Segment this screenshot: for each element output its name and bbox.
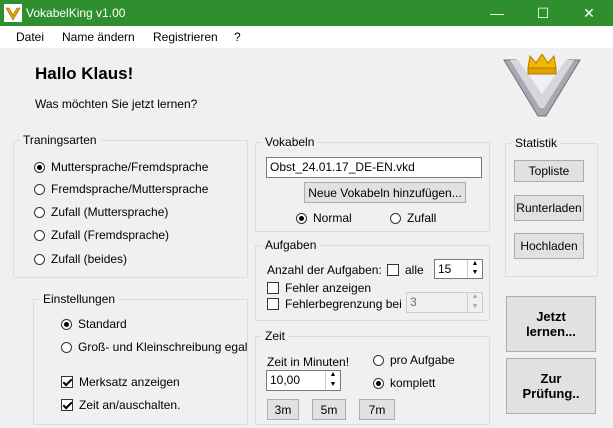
checkbox-label: Merksatz anzeigen [79,375,180,389]
radio-label: Zufall (beides) [51,252,128,266]
menu-bar: Datei Name ändern Registrieren ? [0,26,613,48]
menu-datei[interactable]: Datei [16,30,44,44]
radio-mode-zufall[interactable]: Zufall [390,211,436,225]
spin-up-icon[interactable]: ▲ [468,260,482,269]
checkbox-box[interactable] [61,376,73,388]
spin-down-icon: ▼ [471,302,479,310]
fehlerbegrenzung-stepper: 3 ▲ ▼ [406,292,483,313]
radio-dot[interactable] [34,229,45,241]
checkbox-box[interactable] [61,399,73,411]
radio-dot[interactable] [34,183,45,195]
maximize-button[interactable]: ☐ [520,0,566,26]
fehlerbegrenzung-checkbox[interactable]: Fehlerbegrenzung bei [267,297,402,311]
radio-dot[interactable] [296,212,307,224]
spin-down-icon[interactable]: ▼ [326,381,340,391]
topliste-button[interactable]: Topliste [514,160,584,182]
menu-name-aendern[interactable]: Name ändern [62,30,135,44]
radio-label: Fremdsprache/Muttersprache [51,182,209,196]
radio-zufall-mutter[interactable]: Zufall (Muttersprache) [34,205,168,219]
anzahl-stepper[interactable]: 15 ▲ ▼ [434,259,483,279]
checkbox-label: alle [405,263,424,277]
radio-zufall-fremd[interactable]: Zufall (Fremdsprache) [34,228,169,242]
checkbox-label: Zeit an/auschalten. [79,398,181,412]
vocab-file-field[interactable]: Obst_24.01.17_DE-EN.vkd [266,157,482,178]
question-text: Was möchten Sie jetzt lernen? [35,97,198,111]
menu-help[interactable]: ? [234,30,241,44]
radio-dot[interactable] [61,318,72,330]
spin-buttons: ▲ ▼ [467,293,482,312]
radio-mode-normal[interactable]: Normal [296,211,352,225]
jetzt-lernen-button[interactable]: Jetzt lernen... [506,296,596,352]
radio-dot[interactable] [34,161,45,173]
spin-up-icon[interactable]: ▲ [326,371,340,381]
zeit-legend: Zeit [262,329,289,343]
close-button[interactable]: ✕ [566,0,612,26]
radio-dot[interactable] [34,206,45,218]
radio-dot[interactable] [34,253,45,265]
minuten-label: Zeit in Minuten! [267,355,350,369]
anzahl-value: 15 [438,262,452,276]
radio-label: komplett [390,376,436,390]
runterladen-button[interactable]: Runterladen [514,195,584,221]
radio-label: Normal [313,211,352,225]
hochladen-button[interactable]: Hochladen [514,233,584,259]
radio-label: Groß- und Kleinschreibung egal [78,340,248,354]
radio-label: Zufall (Muttersprache) [51,205,169,219]
minuten-value: 10,00 [270,373,301,387]
checkbox-box[interactable] [387,264,399,276]
vokabeln-legend: Vokabeln [262,135,318,149]
radio-dot[interactable] [373,377,384,389]
checkbox-box[interactable] [267,298,279,310]
preset-5m-button[interactable]: 5m [312,399,346,420]
einstellungen-legend: Einstellungen [40,292,119,306]
aufgaben-legend: Aufgaben [262,238,320,252]
app-logo-icon [4,4,22,22]
radio-dot[interactable] [61,341,72,353]
anzahl-label: Anzahl der Aufgaben: [267,263,382,277]
minuten-stepper[interactable]: 10,00 ▲ ▼ [266,370,341,391]
minimize-button[interactable]: — [474,0,520,26]
spin-buttons[interactable]: ▲ ▼ [467,260,482,278]
window-title: VokabelKing v1.00 [26,6,126,20]
title-bar[interactable]: VokabelKing v1.00 — ☐ ✕ [0,0,613,26]
trainingsarten-legend: Traningsarten [20,133,100,147]
merksatz-checkbox[interactable]: Merksatz anzeigen [61,375,180,389]
radio-pro-aufgabe[interactable]: pro Aufgabe [373,353,455,367]
greeting-heading: Hallo Klaus! [35,64,134,83]
spin-down-icon[interactable]: ▼ [468,269,482,278]
checkbox-box[interactable] [267,282,279,294]
checkbox-label: Fehlerbegrenzung bei [285,297,402,311]
checkbox-label: Fehler anzeigen [285,281,372,295]
crown-v-logo-icon [503,54,581,117]
radio-dot[interactable] [390,212,401,224]
radio-mutter-fremd[interactable]: Muttersprache/Fremdsprache [34,160,208,174]
radio-label: Standard [78,317,127,331]
spin-buttons[interactable]: ▲ ▼ [325,371,340,390]
alle-checkbox[interactable]: alle [387,263,424,277]
spin-up-icon: ▲ [471,293,479,300]
radio-komplett[interactable]: komplett [373,376,435,390]
radio-label: Zufall (Fremdsprache) [51,228,170,242]
radio-gross-klein[interactable]: Groß- und Kleinschreibung egal [61,340,247,354]
radio-standard[interactable]: Standard [61,317,127,331]
radio-fremd-mutter[interactable]: Fremdsprache/Muttersprache [34,182,208,196]
begrenzung-value: 3 [410,295,417,309]
radio-zufall-beides[interactable]: Zufall (beides) [34,252,127,266]
zur-pruefung-button[interactable]: Zur Prüfung.. [506,358,596,414]
preset-3m-button[interactable]: 3m [267,399,299,420]
radio-dot[interactable] [373,354,384,366]
radio-label: pro Aufgabe [390,353,455,367]
preset-7m-button[interactable]: 7m [359,399,395,420]
radio-label: Zufall [407,211,437,225]
menu-registrieren[interactable]: Registrieren [153,30,218,44]
statistik-legend: Statistik [512,136,561,150]
fehler-anzeigen-checkbox[interactable]: Fehler anzeigen [267,281,371,295]
zeit-toggle-checkbox[interactable]: Zeit an/auschalten. [61,398,180,412]
add-vocab-button[interactable]: Neue Vokabeln hinzufügen... [304,182,466,203]
radio-label: Muttersprache/Fremdsprache [51,160,209,174]
